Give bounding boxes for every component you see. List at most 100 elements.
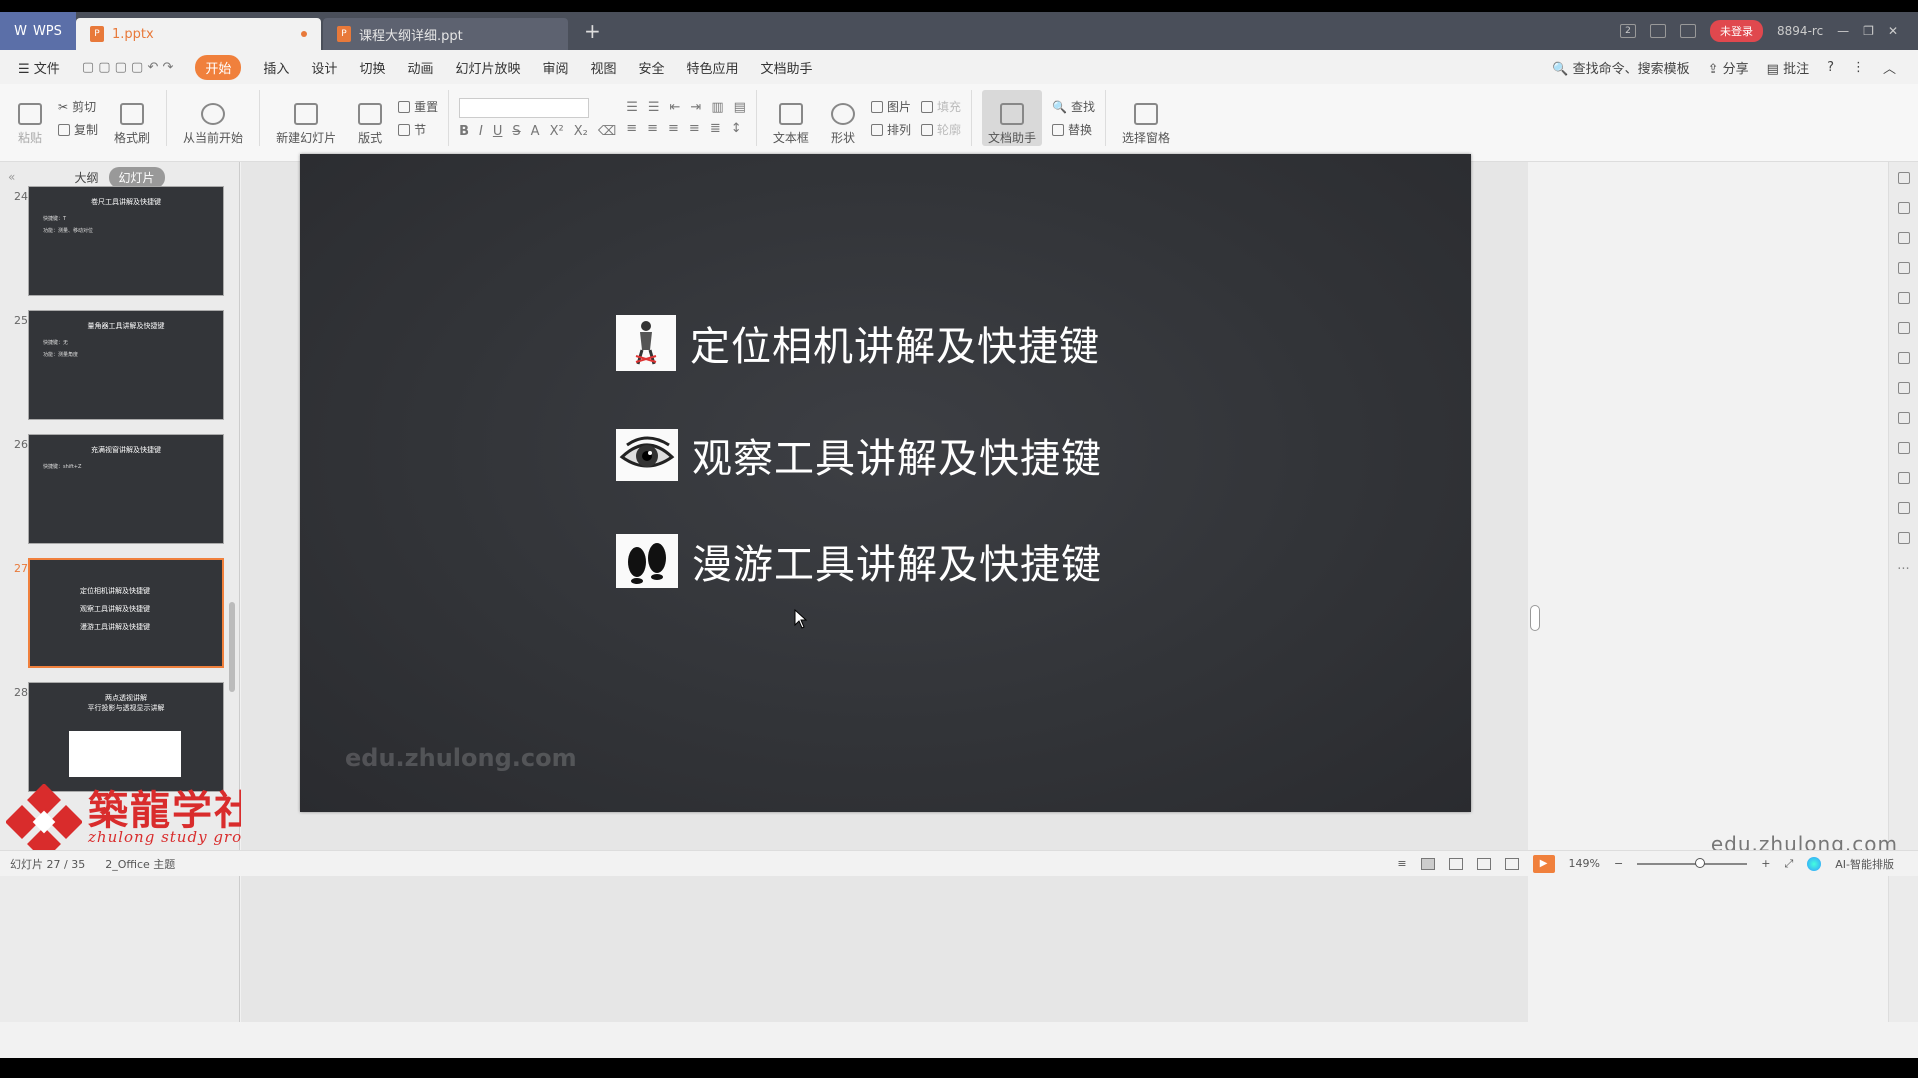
- wps-home-button[interactable]: W WPS: [0, 12, 76, 50]
- collapse-panel-icon[interactable]: «: [8, 170, 15, 184]
- slide-item-camera[interactable]: 定位相机讲解及快捷键: [616, 314, 1100, 372]
- ai-layout-button[interactable]: AI-智能排版: [1835, 856, 1894, 872]
- find-button[interactable]: 🔍 查找: [1052, 98, 1095, 115]
- thumbnail[interactable]: 量角器工具讲解及快捷键 快捷键：无 功能：测量角度: [28, 310, 224, 420]
- layout-button[interactable]: 版式: [352, 90, 388, 146]
- new-slide-button[interactable]: 新建幻灯片: [270, 90, 342, 146]
- settings-sliders-icon[interactable]: [1897, 292, 1910, 304]
- notes-toggle-icon[interactable]: ≡: [1397, 857, 1406, 870]
- restore-icon[interactable]: ❐: [1863, 24, 1874, 38]
- menu-slideshow[interactable]: 幻灯片放映: [455, 58, 520, 77]
- columns-icon[interactable]: ▥: [711, 100, 723, 115]
- image-icon[interactable]: [1897, 412, 1910, 424]
- text-direction-icon[interactable]: ▤: [734, 100, 746, 115]
- bold-icon[interactable]: B: [459, 124, 469, 139]
- help-circle-icon[interactable]: [1897, 532, 1910, 544]
- copy-button[interactable]: 复制: [58, 121, 98, 138]
- help-icon[interactable]: ?: [1827, 60, 1834, 75]
- window-count-icon[interactable]: 2: [1620, 24, 1637, 38]
- italic-icon[interactable]: I: [479, 124, 483, 139]
- location-icon[interactable]: [1897, 472, 1910, 484]
- paste-button[interactable]: 粘贴: [12, 90, 48, 146]
- audio-icon[interactable]: [1897, 442, 1910, 454]
- distribute-icon[interactable]: ≣: [710, 121, 721, 136]
- shape-button[interactable]: 形状: [825, 90, 861, 146]
- cut-button[interactable]: ✂ 剪切: [58, 98, 98, 115]
- slideshow-play-button[interactable]: ▶: [1532, 854, 1555, 873]
- more-dots-icon[interactable]: ···: [1897, 562, 1909, 577]
- share-button[interactable]: ⇪ 分享: [1708, 58, 1749, 77]
- superscript-icon[interactable]: X²: [550, 124, 564, 139]
- reset-button[interactable]: 重置: [398, 98, 438, 115]
- thumbnail-selected[interactable]: 定位相机讲解及快捷键 观察工具讲解及快捷键 漫游工具讲解及快捷键: [28, 558, 224, 668]
- document-icon[interactable]: [1897, 322, 1910, 334]
- textbox-button[interactable]: 文本框: [767, 90, 815, 146]
- close-icon[interactable]: ✕: [1888, 24, 1898, 38]
- slide-thumb-25[interactable]: 25 量角器工具讲解及快捷键 快捷键：无 功能：测量角度: [0, 310, 239, 434]
- menu-review[interactable]: 审阅: [542, 58, 568, 77]
- slide-item-walk[interactable]: 漫游工具讲解及快捷键: [616, 532, 1102, 590]
- command-search[interactable]: 🔍 查找命令、搜索模板: [1552, 58, 1689, 77]
- thumbnail[interactable]: 卷尺工具讲解及快捷键 快捷键：T 功能：测量、移动对位: [28, 186, 224, 296]
- new-tab-button[interactable]: +: [584, 19, 601, 43]
- normal-view-icon[interactable]: [1420, 857, 1435, 870]
- pen-icon[interactable]: [1897, 262, 1910, 274]
- menu-features[interactable]: 特色应用: [687, 58, 739, 77]
- font-family-select[interactable]: [459, 97, 590, 118]
- more-icon[interactable]: ⋮: [1852, 60, 1865, 75]
- section-button[interactable]: 节: [398, 121, 438, 138]
- line-spacing-icon[interactable]: ↕: [731, 121, 742, 136]
- shape-fill-icon[interactable]: [1897, 232, 1910, 244]
- zoom-in-icon[interactable]: +: [1761, 857, 1770, 870]
- comment-button[interactable]: ▤ 批注: [1767, 58, 1809, 77]
- slide-thumb-27[interactable]: 27 定位相机讲解及快捷键 观察工具讲解及快捷键 漫游工具讲解及快捷键: [0, 558, 239, 682]
- picture-button[interactable]: 图片: [870, 98, 911, 115]
- play-from-current-button[interactable]: 从当前开始: [177, 90, 249, 146]
- replace-button[interactable]: 替换: [1052, 121, 1095, 138]
- reading-view-icon[interactable]: [1476, 857, 1491, 870]
- slide-thumb-26[interactable]: 26 充满视窗讲解及快捷键 快捷键：shift+Z: [0, 434, 239, 558]
- copy-layer-icon[interactable]: [1897, 202, 1910, 214]
- select-pane-button[interactable]: 选择窗格: [1116, 90, 1176, 146]
- sorter-view-icon[interactable]: [1448, 857, 1463, 870]
- skin-icon[interactable]: [1650, 24, 1667, 38]
- align-center-icon[interactable]: ≡: [647, 121, 658, 136]
- menu-design[interactable]: 设计: [311, 58, 337, 77]
- strikethrough-icon[interactable]: S: [512, 124, 520, 139]
- zoom-slider-knob[interactable]: [1695, 857, 1706, 868]
- slide-item-look[interactable]: 观察工具讲解及快捷键: [616, 426, 1102, 484]
- arrange-button[interactable]: 排列: [870, 121, 911, 138]
- menu-security[interactable]: 安全: [639, 58, 665, 77]
- outdent-icon[interactable]: ⇤: [670, 100, 681, 115]
- feedback-icon[interactable]: [1680, 24, 1697, 38]
- thumbnail[interactable]: 两点透视讲解 平行投影与透视显示讲解: [28, 682, 224, 792]
- tab-1-pptx[interactable]: P 1.pptx: [76, 18, 321, 50]
- fill-button[interactable]: 填充: [920, 98, 961, 115]
- subscript-icon[interactable]: X₂: [574, 124, 588, 139]
- menu-transition[interactable]: 切换: [359, 58, 385, 77]
- tab-course-outline[interactable]: P 课程大纲详细.ppt: [323, 18, 568, 50]
- tab-outline[interactable]: 大纲: [74, 169, 98, 186]
- indent-icon[interactable]: ⇥: [690, 100, 701, 115]
- zoom-slider[interactable]: [1637, 857, 1748, 868]
- clear-format-icon[interactable]: ⌫: [598, 124, 616, 139]
- zoom-out-icon[interactable]: −: [1614, 857, 1623, 870]
- slide-thumb-24[interactable]: 24 卷尺工具讲解及快捷键 快捷键：T 功能：测量、移动对位: [0, 186, 239, 310]
- collapse-ribbon-icon[interactable]: ︿: [1883, 58, 1896, 77]
- doc-assistant-button[interactable]: 文档助手: [981, 90, 1042, 146]
- export-icon[interactable]: [1897, 352, 1910, 364]
- history-icon[interactable]: [1897, 502, 1910, 514]
- bullet-list-icon[interactable]: ☰: [626, 100, 638, 115]
- number-list-icon[interactable]: ☰: [648, 100, 660, 115]
- quick-save-icon[interactable]: ▢ ▢ ▢ ▢ ↶ ↷: [82, 60, 174, 75]
- menu-doc-assistant[interactable]: 文档助手: [761, 58, 813, 77]
- align-left-icon[interactable]: ≡: [626, 121, 637, 136]
- archive-icon[interactable]: [1897, 382, 1910, 394]
- fit-window-icon[interactable]: ⤢: [1784, 857, 1793, 871]
- outline-button[interactable]: 轮廓: [920, 121, 961, 138]
- panel-scrollbar[interactable]: [229, 602, 235, 692]
- underline-icon[interactable]: U: [493, 124, 503, 139]
- justify-icon[interactable]: ≡: [689, 121, 700, 136]
- align-right-icon[interactable]: ≡: [668, 121, 679, 136]
- login-button[interactable]: 未登录: [1710, 20, 1764, 42]
